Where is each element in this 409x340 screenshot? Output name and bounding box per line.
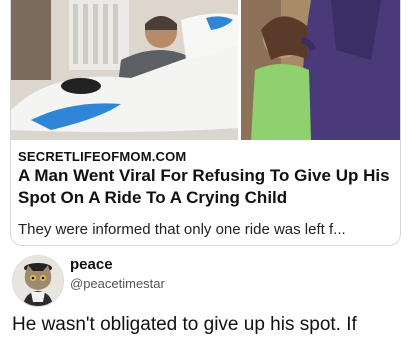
author-name[interactable]: peace <box>70 256 113 273</box>
link-headline[interactable]: A Man Went Viral For Refusing To Give Up… <box>18 165 398 209</box>
link-preview-card[interactable]: SECRETLIFEOFMOM.COM A Man Went Viral For… <box>10 0 401 246</box>
photo-man-in-ride-car <box>11 0 238 140</box>
avatar[interactable] <box>12 255 64 307</box>
crying-child-illustration <box>241 0 400 140</box>
link-domain: SECRETLIFEOFMOM.COM <box>18 149 187 164</box>
photo-crying-child <box>241 0 400 140</box>
man-in-ride-illustration <box>11 0 238 140</box>
preview-images <box>11 0 400 140</box>
author-handle[interactable]: @peacetimestar <box>70 276 165 291</box>
post-author[interactable]: peace @peacetimestar <box>12 250 402 310</box>
post-text: He wasn't obligated to give up his spot.… <box>12 314 357 335</box>
cat-avatar-icon <box>13 256 63 306</box>
link-description: They were informed that only one ride wa… <box>18 221 346 238</box>
